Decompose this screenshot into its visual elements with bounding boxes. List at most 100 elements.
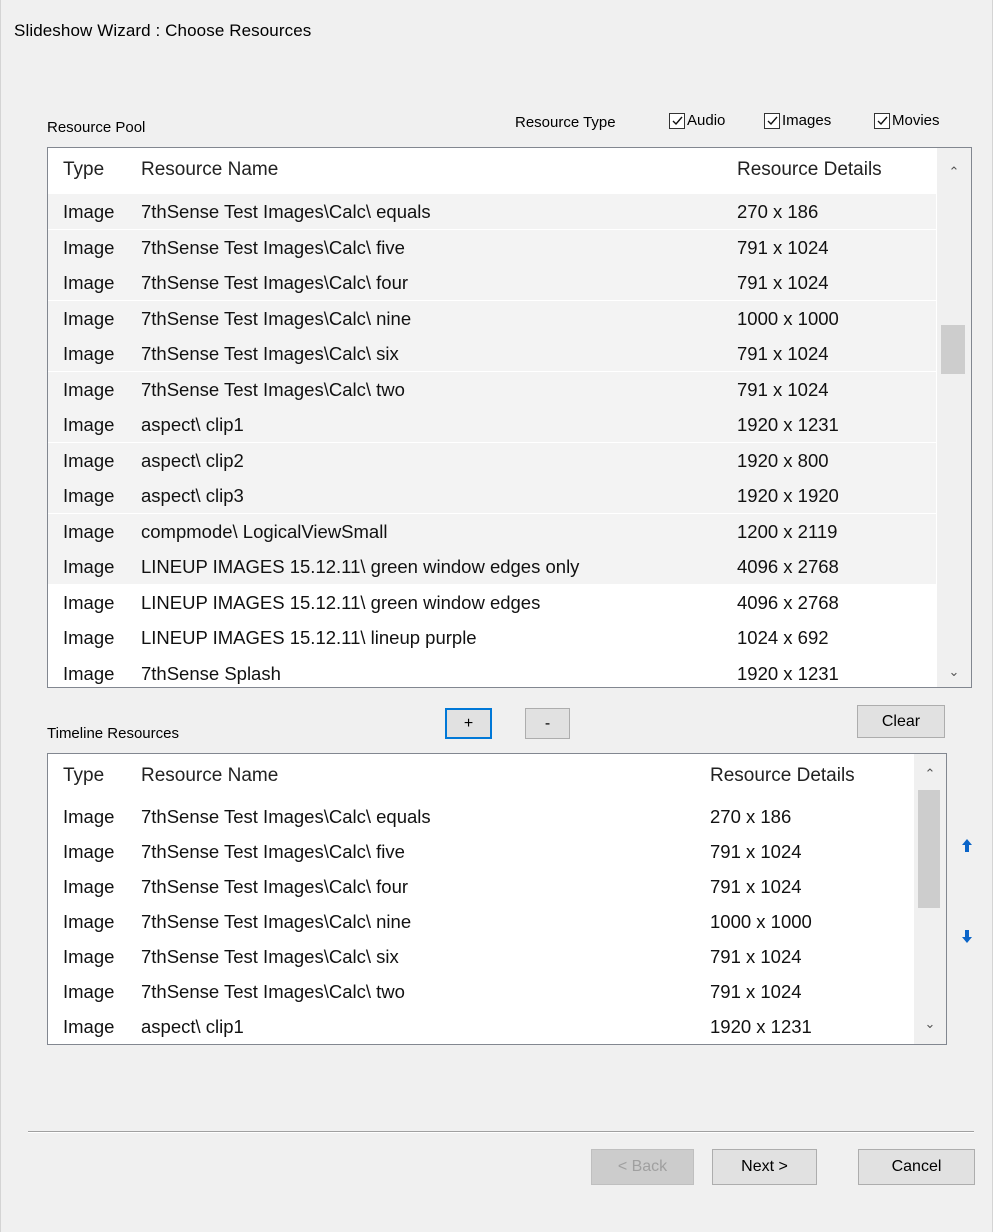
- cell-type: Image: [63, 911, 115, 932]
- cell-name: 7thSense Test Images\Calc\ five: [141, 841, 405, 862]
- audio-checkbox-label: Audio: [687, 112, 726, 129]
- table-row[interactable]: Image aspect\ clip1 1920 x 1231: [48, 407, 936, 442]
- table-row[interactable]: Image LINEUP IMAGES 15.12.11\ green windo…: [48, 585, 936, 620]
- column-header-type[interactable]: Type: [63, 765, 104, 787]
- table-row[interactable]: Image 7thSense Test Images\Calc\ equals 27…: [48, 194, 936, 229]
- cell-type: Image: [63, 307, 115, 329]
- cell-name: 7thSense Test Images\Calc\ six: [141, 946, 399, 967]
- column-header-name[interactable]: Resource Name: [141, 765, 278, 787]
- cell-type: Image: [63, 662, 115, 684]
- cancel-button[interactable]: Cancel: [858, 1149, 975, 1185]
- resource-pool-header: Type Resource Name Resource Details: [48, 148, 936, 190]
- cell-details: 791 x 1024: [737, 236, 829, 258]
- back-button[interactable]: < Back: [591, 1149, 694, 1185]
- cell-details: 1000 x 1000: [710, 911, 812, 932]
- table-row[interactable]: Image aspect\ clip1 1920 x 1231: [48, 1009, 914, 1044]
- cell-details: 4096 x 2768: [737, 591, 839, 613]
- table-row[interactable]: Image 7thSense Test Images\Calc\ two 791 x…: [48, 371, 936, 407]
- cell-name: 7thSense Test Images\Calc\ four: [141, 272, 409, 293]
- cell-details: 1000 x 1000: [737, 307, 839, 329]
- move-down-arrow-icon[interactable]: [960, 927, 974, 945]
- scroll-down-icon[interactable]: ⌄: [914, 1016, 946, 1036]
- cell-details: 1920 x 1920: [737, 485, 839, 506]
- next-button[interactable]: Next >: [712, 1149, 817, 1185]
- cell-details: 270 x 186: [737, 201, 819, 222]
- cell-details: 1024 x 692: [737, 627, 829, 648]
- audio-checkbox[interactable]: Audio: [669, 112, 725, 129]
- cell-name: aspect\ clip2: [141, 449, 244, 471]
- cell-name: aspect\ clip1: [141, 1016, 244, 1037]
- cell-name: compmode\ LogicalViewSmall: [141, 520, 388, 542]
- cell-details: 1920 x 1231: [710, 1016, 812, 1037]
- cell-type: Image: [63, 449, 115, 471]
- cell-name: LINEUP IMAGES 15.12.11\ green window edg…: [141, 556, 580, 577]
- timeline-resources-list[interactable]: Type Resource Name Resource Details Imag…: [47, 753, 947, 1045]
- cell-type: Image: [63, 343, 115, 364]
- table-row[interactable]: Image compmode\ LogicalViewSmall 1200 x 21…: [48, 513, 936, 549]
- add-button[interactable]: +: [445, 708, 492, 739]
- cell-details: 791 x 1024: [710, 841, 802, 862]
- cell-name: 7thSense Test Images\Calc\ equals: [141, 201, 431, 222]
- timeline-scrollbar[interactable]: ⌃ ⌄: [914, 754, 946, 1044]
- cell-type: Image: [63, 1016, 115, 1037]
- cell-details: 270 x 186: [710, 806, 792, 827]
- column-header-details[interactable]: Resource Details: [737, 159, 882, 181]
- images-checkbox[interactable]: Images: [764, 112, 831, 129]
- cell-type: Image: [63, 556, 115, 577]
- cell-details: 791 x 1024: [737, 272, 829, 293]
- table-row[interactable]: Image 7thSense Test Images\Calc\ five 791 …: [48, 229, 936, 265]
- column-header-type[interactable]: Type: [63, 159, 104, 181]
- cell-details: 791 x 1024: [710, 876, 802, 897]
- remove-button[interactable]: -: [525, 708, 570, 739]
- images-checkbox-label: Images: [782, 112, 832, 129]
- clear-button[interactable]: Clear: [857, 705, 945, 738]
- window-frame-left: [0, 0, 1, 1232]
- cell-type: Image: [63, 591, 115, 613]
- table-row[interactable]: Image 7thSense Test Images\Calc\ equals 27…: [48, 799, 914, 834]
- cell-type: Image: [63, 272, 115, 293]
- column-header-name[interactable]: Resource Name: [141, 159, 278, 181]
- table-row[interactable]: Image 7thSense Test Images\Calc\ nine 1000…: [48, 904, 914, 939]
- cell-name: 7thSense Test Images\Calc\ six: [141, 343, 399, 364]
- cell-name: 7thSense Test Images\Calc\ two: [141, 378, 405, 400]
- table-row[interactable]: Image aspect\ clip2 1920 x 800: [48, 442, 936, 478]
- table-row[interactable]: Image 7thSense Splash 1920 x 1231: [48, 656, 936, 688]
- column-header-details[interactable]: Resource Details: [710, 765, 855, 787]
- scroll-up-icon[interactable]: ⌃: [914, 766, 946, 786]
- cell-name: 7thSense Test Images\Calc\ nine: [141, 307, 412, 329]
- scroll-thumb[interactable]: [941, 325, 965, 374]
- table-row[interactable]: Image LINEUP IMAGES 15.12.11\ lineup purp…: [48, 620, 936, 655]
- table-row[interactable]: Image aspect\ clip3 1920 x 1920: [48, 478, 936, 513]
- cell-details: 791 x 1024: [710, 946, 802, 967]
- table-row[interactable]: Image LINEUP IMAGES 15.12.11\ green windo…: [48, 549, 936, 584]
- footer-separator-highlight: [28, 1132, 974, 1133]
- scroll-down-icon[interactable]: ⌄: [937, 664, 971, 684]
- table-row[interactable]: Image 7thSense Test Images\Calc\ five 791 …: [48, 834, 914, 869]
- move-up-arrow-icon[interactable]: [960, 837, 974, 855]
- table-row[interactable]: Image 7thSense Test Images\Calc\ four 791 …: [48, 265, 936, 300]
- checkmark-icon: [874, 112, 890, 129]
- cell-name: aspect\ clip3: [141, 485, 244, 506]
- cell-type: Image: [63, 378, 115, 400]
- table-row[interactable]: Image 7thSense Test Images\Calc\ nine 1000…: [48, 300, 936, 336]
- table-row[interactable]: Image 7thSense Test Images\Calc\ six 791 x…: [48, 336, 936, 371]
- cell-type: Image: [63, 841, 115, 862]
- cell-type: Image: [63, 876, 115, 897]
- cell-name: 7thSense Test Images\Calc\ nine: [141, 911, 412, 932]
- resource-type-label: Resource Type: [515, 114, 616, 131]
- cell-details: 4096 x 2768: [737, 556, 839, 577]
- resource-pool-scrollbar[interactable]: ⌃ ⌄: [937, 148, 971, 687]
- cell-details: 791 x 1024: [737, 343, 829, 364]
- cell-details: 1920 x 800: [737, 449, 829, 471]
- resource-pool-list[interactable]: Type Resource Name Resource Details Imag…: [47, 147, 972, 688]
- table-row[interactable]: Image 7thSense Test Images\Calc\ four 791 …: [48, 869, 914, 904]
- scroll-thumb[interactable]: [918, 790, 940, 908]
- window-title: Slideshow Wizard : Choose Resources: [14, 21, 312, 40]
- table-row[interactable]: Image 7thSense Test Images\Calc\ two 791 x…: [48, 974, 914, 1009]
- movies-checkbox[interactable]: Movies: [874, 112, 940, 129]
- table-row[interactable]: Image 7thSense Test Images\Calc\ six 791 x…: [48, 939, 914, 974]
- scroll-up-icon[interactable]: ⌃: [937, 164, 971, 184]
- cell-type: Image: [63, 946, 115, 967]
- cell-name: 7thSense Test Images\Calc\ equals: [141, 806, 431, 827]
- cell-details: 1200 x 2119: [737, 520, 838, 542]
